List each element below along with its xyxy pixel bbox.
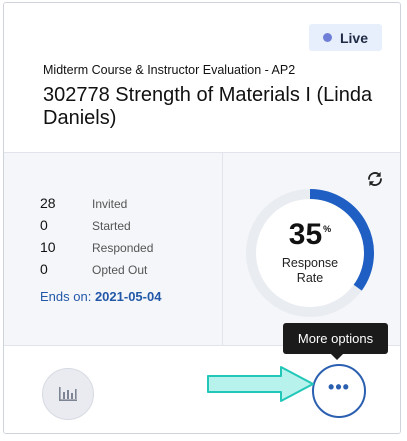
stat-label: Invited [92,197,128,211]
end-date: Ends on: 2021-05-04 [40,289,161,304]
status-badge: Live [309,24,382,51]
response-rate-label-line1: Response [281,256,339,270]
bar-chart-icon [59,387,77,401]
panel-divider [222,153,223,345]
more-options-tooltip: More options [283,323,388,360]
stat-label: Responded [92,241,154,255]
survey-title: 302778 Strength of Materials I (Linda Da… [43,84,373,129]
status-badge-label: Live [339,29,368,46]
status-dot [322,33,332,42]
survey-card: Live Midterm Course & Instructor Evaluat… [3,2,401,434]
response-rate-label-line2: Rate [296,271,324,285]
response-rate-readout: 35% Response Rate [245,188,375,318]
stat-value: 0 [40,217,48,233]
arrow-annotation-icon [207,366,314,402]
stat-value: 0 [40,261,48,277]
more-options-button[interactable]: ••• [312,364,366,418]
refresh-icon[interactable] [366,170,384,188]
response-rate-unit: % [323,224,332,234]
stat-label: Started [92,219,131,233]
response-rate-label: Response Rate [245,256,375,286]
view-report-button[interactable] [42,368,94,420]
end-date-prefix: Ends on: [40,289,92,304]
response-rate-value: 35% [288,218,332,251]
more-horizontal-icon: ••• [328,377,350,397]
card-header: Live Midterm Course & Instructor Evaluat… [4,3,400,152]
end-date-value: 2021-05-04 [94,289,162,304]
survey-subtitle: Midterm Course & Instructor Evaluation -… [43,63,296,77]
stat-label: Opted Out [92,263,148,277]
stats-panel: 28 Invited 0 Started 10 Responded 0 Opte… [4,152,400,346]
stat-value: 10 [40,239,56,255]
stat-value: 28 [40,195,56,211]
